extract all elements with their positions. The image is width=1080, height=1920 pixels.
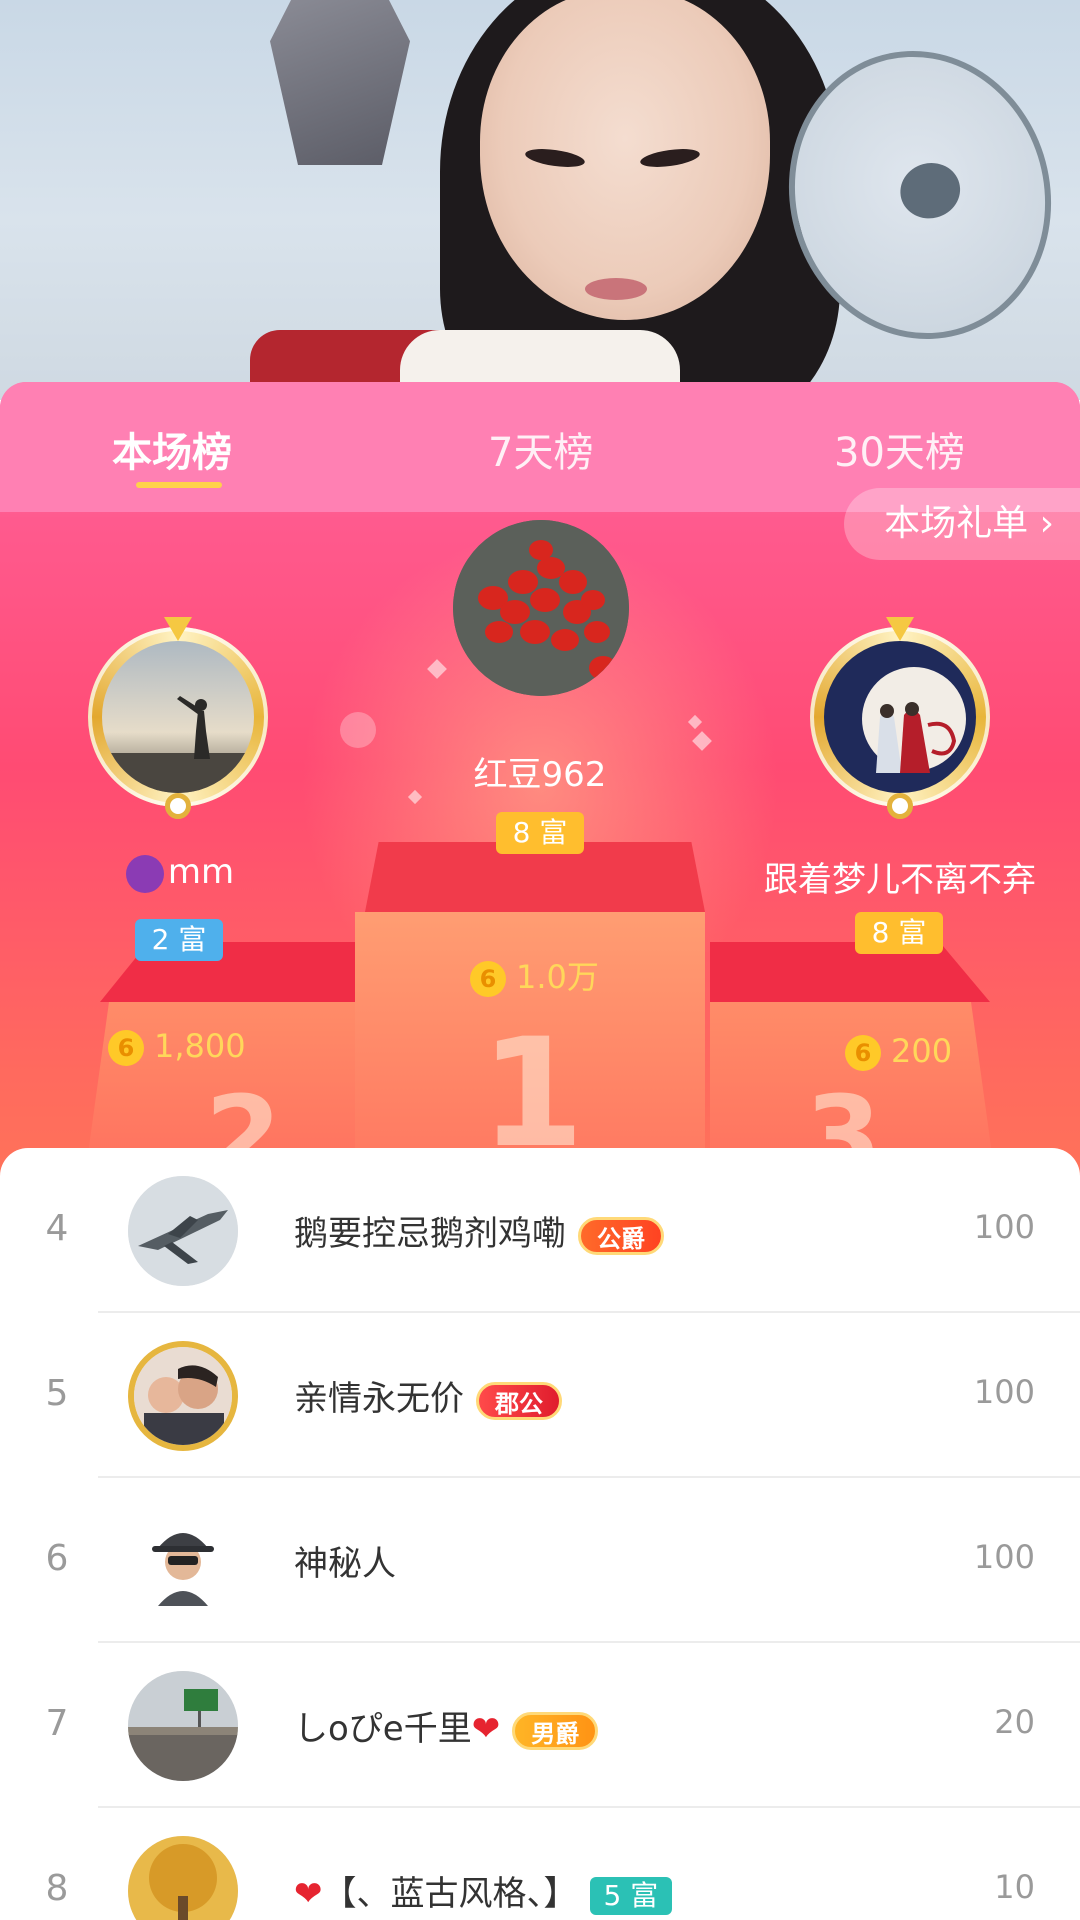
user-name: 鹅要控忌鹅剂鸡嘞 公爵: [294, 1206, 664, 1255]
wall-mask-decor: [270, 0, 410, 165]
third-place-rich-badge: 8 富: [855, 912, 943, 954]
first-place-avatar[interactable]: [453, 520, 629, 696]
third-place-name: 跟着梦儿不离不弃: [764, 860, 1036, 900]
active-tab-indicator: [136, 482, 222, 488]
live-video-preview: [0, 0, 1080, 400]
list-item[interactable]: 8 ❤【、蓝古风格、】 5 富 10: [0, 1808, 1080, 1920]
rank-number: 5: [45, 1373, 69, 1414]
user-name: 亲情永无价 郡公: [294, 1371, 562, 1420]
red-beans-image: [453, 520, 629, 696]
rank-number: 6: [45, 1538, 69, 1579]
third-place-coins: 6 200: [845, 1032, 952, 1071]
rank-number: 4: [45, 1208, 69, 1249]
frame-gem-icon: [164, 617, 192, 641]
ranking-list: 4 鹅要控忌鹅剂鸡嘞 公爵 100 5 亲情永无价 郡公 100 6 神秘人 1…: [0, 1148, 1080, 1920]
second-place-coins: 6 1,800: [108, 1027, 246, 1066]
mystery-man-icon: [128, 1506, 238, 1616]
rank-number: 7: [45, 1703, 69, 1744]
highway-image: [128, 1671, 238, 1781]
coin-icon: 6: [108, 1030, 144, 1066]
tab-30-days[interactable]: 30天榜: [834, 420, 965, 478]
coin-icon: 6: [470, 961, 506, 997]
lips: [585, 278, 647, 300]
devil-emoji-icon: [125, 854, 164, 893]
tab-current-session[interactable]: 本场榜: [112, 420, 232, 478]
bubble-decor: [340, 712, 376, 748]
user-name: しoぴe千里❤ 男爵: [294, 1701, 599, 1750]
first-place-coins: 6 1.0万: [470, 952, 599, 998]
tab-7-days[interactable]: 7天榜: [488, 420, 593, 478]
rich-level-badge: 5 富: [589, 1876, 673, 1915]
sunset-silhouette-image: [102, 641, 254, 793]
streamer-face: [480, 0, 770, 320]
score: 100: [973, 1538, 1035, 1576]
third-place-avatar[interactable]: [810, 617, 990, 819]
user-avatar[interactable]: [128, 1671, 238, 1781]
heart-icon: ❤: [294, 1874, 323, 1914]
score: 10: [994, 1868, 1035, 1906]
couple-illustration-image: [824, 641, 976, 793]
session-gift-list-link[interactable]: 本场礼单 ›: [844, 488, 1080, 560]
list-item[interactable]: 5 亲情永无价 郡公 100: [0, 1313, 1080, 1478]
pedestal-3-top: [710, 942, 990, 1002]
heart-icon: ❤: [471, 1709, 501, 1749]
rank-number: 8: [45, 1868, 69, 1909]
score: 100: [973, 1208, 1035, 1246]
user-name: ❤【、蓝古风格、】 5 富: [294, 1866, 673, 1915]
score: 20: [994, 1703, 1035, 1741]
noble-badge: 男爵: [512, 1711, 599, 1750]
list-item[interactable]: 6 神秘人 100: [0, 1478, 1080, 1643]
coin-icon: 6: [845, 1035, 881, 1071]
noble-badge: 公爵: [578, 1216, 664, 1255]
second-place-name: mm: [90, 852, 270, 893]
list-item[interactable]: 7 しoぴe千里❤ 男爵 20: [0, 1643, 1080, 1808]
noble-badge: 郡公: [476, 1381, 562, 1420]
user-name: 神秘人: [294, 1544, 396, 1584]
second-place-rich-badge: 2 富: [135, 919, 223, 961]
first-place-name: 红豆962: [473, 755, 607, 795]
frame-gem-icon: [886, 617, 914, 641]
user-avatar[interactable]: [128, 1341, 238, 1451]
user-avatar[interactable]: [128, 1176, 238, 1286]
jet-image: [128, 1176, 238, 1286]
mystery-user-avatar[interactable]: [128, 1506, 238, 1616]
first-place-rich-badge: 8 富: [496, 812, 584, 854]
frame-gem-icon: [887, 793, 913, 819]
score: 100: [973, 1373, 1035, 1411]
frame-gem-icon: [165, 793, 191, 819]
list-item[interactable]: 4 鹅要控忌鹅剂鸡嘞 公爵 100: [0, 1148, 1080, 1313]
couple-photo-image: [134, 1347, 232, 1445]
user-avatar[interactable]: [128, 1836, 238, 1920]
autumn-tree-image: [128, 1836, 238, 1920]
second-place-avatar[interactable]: [88, 617, 268, 819]
